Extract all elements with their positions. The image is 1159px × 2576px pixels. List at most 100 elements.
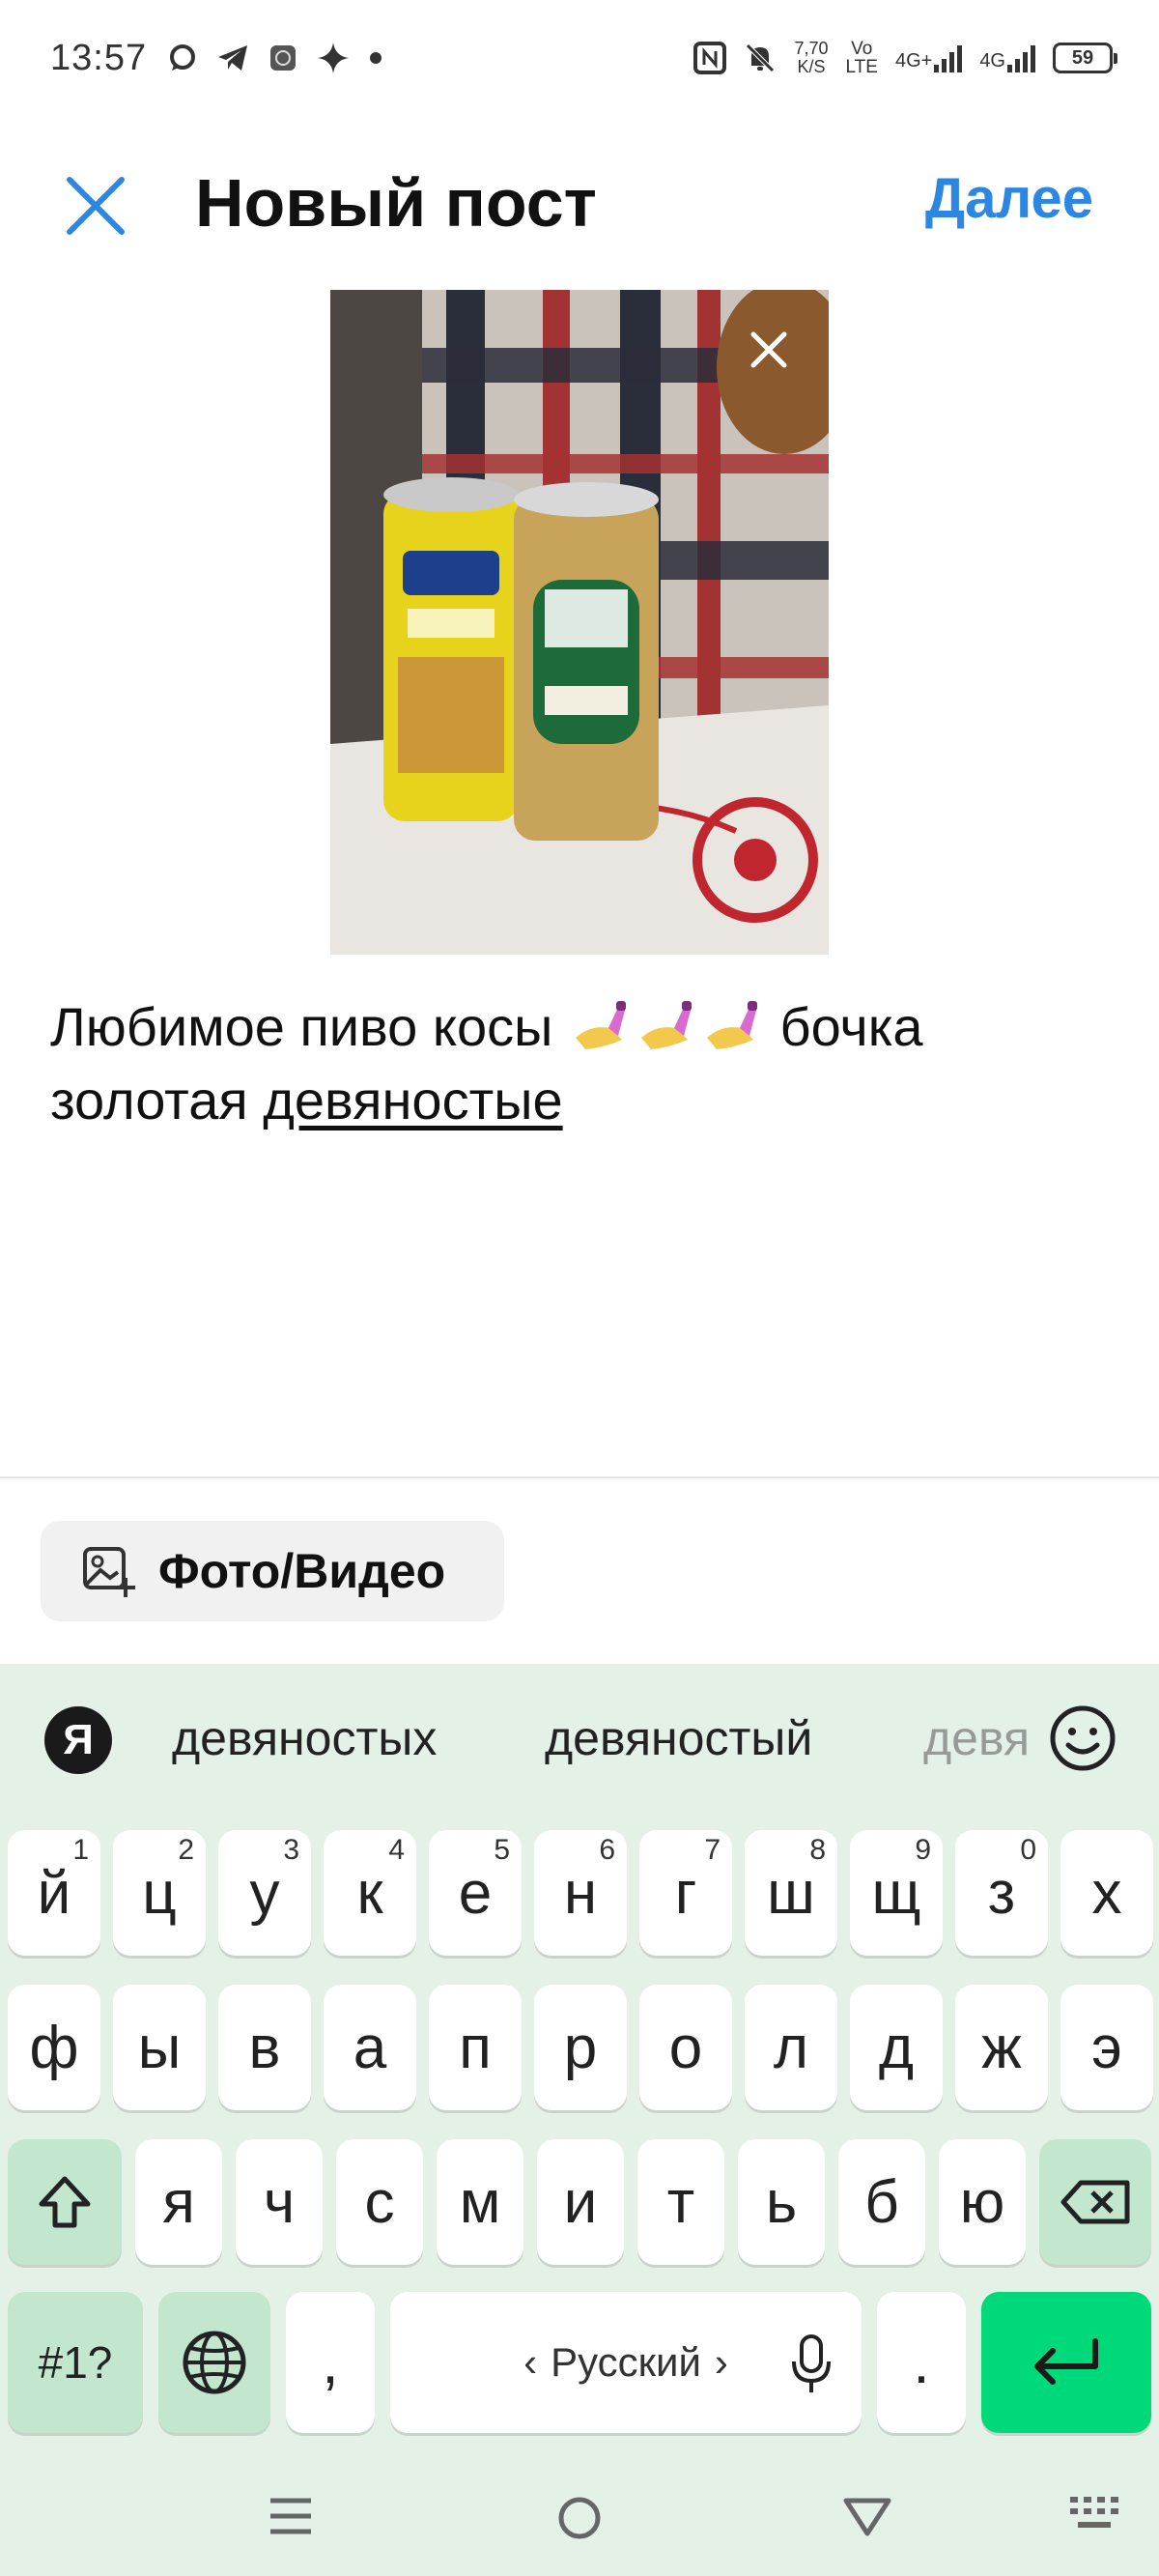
symbols-key[interactable]: #1? xyxy=(8,2292,143,2433)
app-header: Новый пост Далее xyxy=(0,145,1159,271)
back-nav-icon[interactable] xyxy=(842,2495,892,2537)
letter-key[interactable]: у3 xyxy=(218,1830,311,1956)
divider xyxy=(0,1476,1159,1478)
letter-key[interactable]: н6 xyxy=(534,1830,627,1956)
letter-key[interactable]: л xyxy=(745,1985,837,2110)
key-label: х xyxy=(1091,1859,1122,1927)
space-right-arrow: › xyxy=(714,2339,728,2385)
microphone-icon[interactable] xyxy=(790,2334,833,2394)
letter-key[interactable]: в xyxy=(218,1985,311,2110)
notification-icons xyxy=(168,42,382,74)
key-label: ц xyxy=(142,1859,177,1927)
remove-photo-icon[interactable] xyxy=(748,329,790,371)
battery-level: 59 xyxy=(1071,46,1094,69)
more-notifications-dot-icon xyxy=(370,52,382,64)
key-label: у xyxy=(249,1859,280,1927)
letter-key[interactable]: х xyxy=(1060,1830,1153,1956)
suggestion-bar: Я девяностых девяностый девя xyxy=(0,1664,1159,1818)
post-text-input[interactable]: Любимое пиво косы бочка золотая девяност… xyxy=(50,990,1113,1137)
signal-bars-icon xyxy=(934,43,963,72)
keyboard-hide-icon[interactable] xyxy=(1068,2495,1122,2537)
app-notification-icon xyxy=(270,45,297,71)
suggestion-item[interactable]: девяностый xyxy=(545,1710,812,1766)
emoji-keyboard-icon[interactable] xyxy=(1047,1703,1118,1774)
key-number-hint: 0 xyxy=(1020,1834,1036,1866)
key-number-hint: 9 xyxy=(915,1834,931,1866)
shift-key[interactable] xyxy=(8,2139,122,2265)
comma-key-label: , xyxy=(322,2329,339,2396)
key-label: и xyxy=(563,2168,598,2236)
attached-photo[interactable] xyxy=(330,290,829,955)
letter-key[interactable]: п xyxy=(429,1985,522,2110)
key-label: с xyxy=(364,2168,395,2236)
key-label: м xyxy=(459,2168,501,2236)
key-number-hint: 8 xyxy=(809,1834,826,1866)
key-label: в xyxy=(248,2014,281,2081)
key-label: я xyxy=(162,2168,195,2236)
system-status-icons: 7,70 K/S Vo LTE 4G+ 4G 59 xyxy=(693,40,1117,76)
page-title: Новый пост xyxy=(195,165,597,241)
letter-key[interactable]: й1 xyxy=(8,1830,100,1956)
shift-arrow-icon xyxy=(39,2176,91,2228)
period-key-label: . xyxy=(913,2329,930,2396)
space-key[interactable]: ‹ Русский › xyxy=(390,2292,862,2433)
suggestion-item[interactable]: девя xyxy=(923,1710,1030,1766)
enter-key[interactable] xyxy=(981,2292,1151,2433)
volte-indicator: Vo LTE xyxy=(846,40,878,76)
caption-text-start: Любимое пиво косы xyxy=(50,996,553,1057)
key-label: ш xyxy=(767,1859,815,1927)
menu-nav-icon[interactable] xyxy=(269,2495,313,2537)
caption-text-after-emoji: бочка xyxy=(779,996,923,1057)
next-button[interactable]: Далее xyxy=(925,166,1093,231)
backspace-key[interactable] xyxy=(1039,2139,1151,2265)
letter-key[interactable]: щ9 xyxy=(850,1830,943,1956)
network-speed-value: 7,70 xyxy=(794,39,829,58)
letter-key[interactable]: ь xyxy=(738,2139,825,2265)
letter-key[interactable]: д xyxy=(850,1985,943,2110)
caption-line2: золотая xyxy=(50,1070,248,1131)
letter-key[interactable]: ц2 xyxy=(113,1830,206,1956)
letter-key[interactable]: м xyxy=(437,2139,523,2265)
letter-key[interactable]: ы xyxy=(113,1985,206,2110)
telegram-icon xyxy=(218,45,248,71)
yandex-keyboard-logo[interactable]: Я xyxy=(44,1706,112,1774)
letter-key[interactable]: и xyxy=(537,2139,624,2265)
letter-key[interactable]: ш8 xyxy=(745,1830,837,1956)
key-label: ь xyxy=(765,2168,798,2236)
nail-polish-emoji-icon xyxy=(575,1001,626,1049)
letter-key[interactable]: к4 xyxy=(324,1830,416,1956)
home-nav-icon[interactable] xyxy=(556,2495,603,2541)
letter-key[interactable]: г7 xyxy=(639,1830,732,1956)
letter-key[interactable]: с xyxy=(336,2139,423,2265)
key-number-hint: 3 xyxy=(283,1834,299,1866)
key-label: ч xyxy=(263,2168,296,2236)
globe-icon xyxy=(183,2331,246,2394)
keyboard-logo-letter: Я xyxy=(63,1716,94,1763)
key-label: й xyxy=(37,1859,71,1927)
letter-key[interactable]: а xyxy=(324,1985,416,2110)
letter-key[interactable]: р xyxy=(534,1985,627,2110)
network-speed: 7,70 K/S xyxy=(794,40,828,76)
language-globe-key[interactable] xyxy=(158,2292,270,2433)
key-number-hint: 4 xyxy=(388,1834,405,1866)
letter-key[interactable]: т xyxy=(637,2139,724,2265)
close-icon[interactable] xyxy=(64,174,127,238)
comma-key[interactable]: , xyxy=(286,2292,375,2433)
letter-key[interactable]: ж xyxy=(955,1985,1048,2110)
add-photo-video-button[interactable]: Фото/Видео xyxy=(41,1521,504,1621)
letter-key[interactable]: б xyxy=(838,2139,925,2265)
letter-key[interactable]: я xyxy=(135,2139,222,2265)
letter-key[interactable]: э xyxy=(1060,1985,1153,2110)
period-key[interactable]: . xyxy=(877,2292,966,2433)
key-number-hint: 2 xyxy=(178,1834,194,1866)
letter-key[interactable]: ф xyxy=(8,1985,100,2110)
letter-key[interactable]: е5 xyxy=(429,1830,522,1956)
chat-bubble-icon xyxy=(170,44,196,71)
letter-key[interactable]: о xyxy=(639,1985,732,2110)
letter-key[interactable]: з0 xyxy=(955,1830,1048,1956)
suggestion-item[interactable]: девяностых xyxy=(172,1710,437,1766)
letter-key[interactable]: ю xyxy=(939,2139,1026,2265)
letter-key[interactable]: ч xyxy=(236,2139,323,2265)
key-label: а xyxy=(353,2014,387,2081)
onscreen-keyboard: Я девяностых девяностый девя й1ц2у3к4е5н… xyxy=(0,1664,1159,2576)
